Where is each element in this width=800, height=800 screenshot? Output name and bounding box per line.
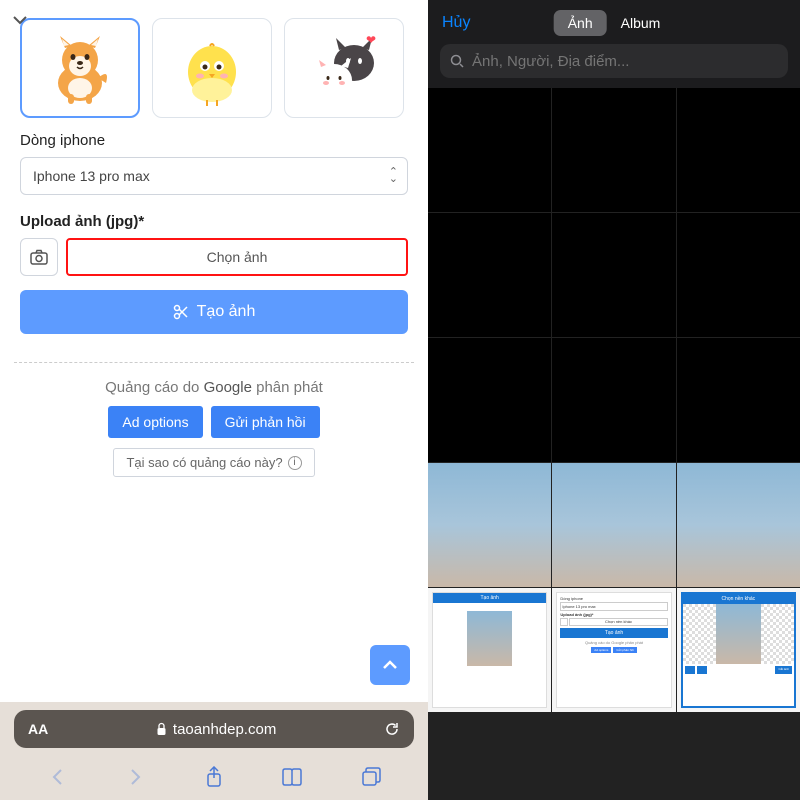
search-bar[interactable] <box>440 44 788 78</box>
photo-thumb[interactable] <box>677 463 800 587</box>
url-bar[interactable]: AA taoanhdep.com <box>14 710 414 748</box>
tab-albums[interactable]: Album <box>607 10 675 36</box>
picker-header: Hủy Ảnh Album <box>428 0 800 88</box>
search-input[interactable] <box>472 53 778 70</box>
photo-thumb[interactable] <box>677 338 800 462</box>
share-button[interactable] <box>199 762 229 792</box>
photo-grid: Tạo ảnh Dòng iphone Iphone 13 pro max Up… <box>428 88 800 800</box>
photo-thumb[interactable] <box>677 88 800 212</box>
cancel-button[interactable]: Hủy <box>442 14 470 32</box>
info-icon: i <box>288 456 302 470</box>
photo-thumb[interactable] <box>428 338 551 462</box>
photo-thumb[interactable] <box>428 213 551 337</box>
choose-image-button[interactable]: Chọn ảnh <box>66 238 408 276</box>
sticker-shiba[interactable] <box>20 18 140 118</box>
upload-label: Upload ảnh (jpg)* <box>20 213 408 230</box>
reload-icon[interactable] <box>384 721 400 737</box>
ad-feedback-button[interactable]: Gửi phản hồi <box>211 406 320 438</box>
forward-button[interactable] <box>121 762 151 792</box>
photo-thumb[interactable]: Tạo ảnh <box>428 588 551 712</box>
safari-bottom-bar: AA taoanhdep.com <box>0 702 428 800</box>
tab-photos[interactable]: Ảnh <box>554 10 607 36</box>
segment-control: Ảnh Album <box>554 10 675 36</box>
photo-thumb[interactable] <box>552 463 675 587</box>
iphone-select[interactable]: Iphone 13 pro max ⌃⌄ <box>20 157 408 195</box>
photo-thumb[interactable] <box>552 213 675 337</box>
select-arrows-icon: ⌃⌄ <box>389 169 398 183</box>
photo-thumb[interactable] <box>428 463 551 587</box>
form-section: Dòng iphone Iphone 13 pro max ⌃⌄ Upload … <box>0 130 428 344</box>
camera-button[interactable] <box>20 238 58 276</box>
create-image-button[interactable]: Tạo ảnh <box>20 290 408 334</box>
photo-picker-panel: Hủy Ảnh Album <box>428 0 800 800</box>
sticker-chick[interactable] <box>152 18 272 118</box>
photo-thumb[interactable] <box>552 88 675 212</box>
ad-options-button[interactable]: Ad options <box>108 406 202 438</box>
photo-thumb[interactable] <box>552 338 675 462</box>
scroll-top-button[interactable] <box>370 645 410 685</box>
sticker-row: ❤ <box>0 0 428 130</box>
back-button[interactable] <box>42 762 72 792</box>
web-app-panel: ❤ Dòng iphone Iphone 13 pro max ⌃⌄ Uploa… <box>0 0 428 800</box>
lock-icon <box>156 722 167 736</box>
ad-why-button[interactable]: Tại sao có quảng cáo này? i <box>113 448 314 477</box>
iphone-value: Iphone 13 pro max <box>20 157 408 195</box>
photo-thumb[interactable]: Dòng iphone Iphone 13 pro max Upload ảnh… <box>552 588 675 712</box>
url-text: taoanhdep.com <box>173 721 276 738</box>
photo-thumb[interactable] <box>428 88 551 212</box>
iphone-label: Dòng iphone <box>20 132 408 149</box>
collapse-icon[interactable] <box>6 8 34 32</box>
search-icon <box>450 54 465 69</box>
create-label: Tạo ảnh <box>197 303 256 321</box>
tabs-button[interactable] <box>356 762 386 792</box>
scissors-icon <box>173 304 189 320</box>
bookmarks-button[interactable] <box>277 762 307 792</box>
google-ad-section: Quảng cáo do Google phân phát Ad options… <box>14 362 414 493</box>
photo-thumb[interactable] <box>677 213 800 337</box>
text-size-button[interactable]: AA <box>28 721 48 737</box>
sticker-cats[interactable]: ❤ <box>284 18 404 118</box>
svg-text:❤: ❤ <box>366 33 376 47</box>
camera-icon <box>30 249 48 265</box>
chevron-up-icon <box>382 660 398 670</box>
ad-header: Quảng cáo do Google phân phát <box>24 379 404 396</box>
photo-thumb[interactable]: Chọn nền khác Cắt ảnh <box>677 588 800 712</box>
